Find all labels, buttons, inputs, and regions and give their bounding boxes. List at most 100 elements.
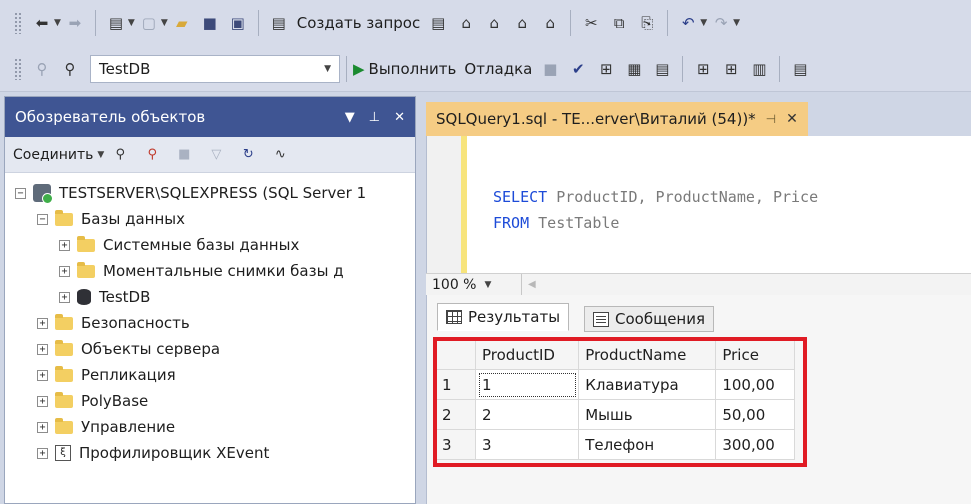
estimated-plan-icon[interactable]: ⊞	[595, 57, 617, 81]
zoom-select[interactable]: 100 % ▼	[432, 274, 522, 295]
new-query-icon[interactable]: ▤	[268, 11, 290, 35]
expand-icon[interactable]: +	[37, 369, 48, 381]
parse-icon[interactable]: ✔	[567, 57, 589, 81]
add-item-dropdown-icon[interactable]: ▼	[161, 18, 168, 28]
xmla-icon[interactable]: ⌂	[511, 11, 533, 35]
forward-icon[interactable]: ➡	[64, 11, 86, 35]
copy-icon[interactable]: ⧉	[608, 11, 630, 35]
database-select[interactable]: TestDB ▼	[90, 54, 340, 83]
close-icon[interactable]: ✕	[786, 111, 798, 127]
dax-icon[interactable]: ⌂	[539, 11, 561, 35]
back-icon[interactable]: ⬅	[31, 11, 53, 35]
collapse-icon[interactable]: −	[15, 187, 26, 199]
table-row[interactable]: 1 1 Клавиатура 100,00	[435, 369, 795, 400]
connect-icon[interactable]: ⚲	[109, 143, 131, 167]
paste-icon[interactable]: ⎘	[636, 11, 658, 35]
refresh-icon[interactable]: ↻	[237, 143, 259, 167]
row-number[interactable]: 3	[435, 429, 476, 460]
table-row[interactable]: 2 2 Мышь 50,00	[435, 399, 795, 430]
actual-plan-icon[interactable]: ⊞	[692, 57, 714, 81]
tree-node-management[interactable]: + Управление	[37, 415, 175, 439]
filter-icon[interactable]: ▽	[205, 143, 227, 167]
expand-icon[interactable]: +	[37, 317, 48, 329]
expand-icon[interactable]: +	[59, 239, 70, 251]
row-number-header[interactable]	[435, 339, 476, 370]
table-row[interactable]: 3 3 Телефон 300,00	[435, 429, 795, 460]
row-number[interactable]: 1	[435, 369, 476, 400]
undo-dropdown-icon[interactable]: ▼	[700, 18, 707, 28]
stop-icon[interactable]: ■	[173, 143, 195, 167]
intellisense-icon[interactable]: ▤	[651, 57, 673, 81]
redo-dropdown-icon[interactable]: ▼	[733, 18, 740, 28]
add-item-icon[interactable]: ▢	[138, 11, 160, 35]
column-header[interactable]: Price	[715, 339, 795, 370]
new-project-icon[interactable]: ▤	[105, 11, 127, 35]
redo-icon[interactable]: ↷	[710, 11, 732, 35]
back-dropdown-icon[interactable]: ▼	[54, 18, 61, 28]
save-all-icon[interactable]: ▣	[227, 11, 249, 35]
database-engine-query-icon[interactable]: ▤	[427, 11, 449, 35]
new-query-button[interactable]: Создать запрос	[297, 14, 420, 32]
toolbar-grip[interactable]	[14, 12, 22, 34]
cut-icon[interactable]: ✂	[580, 11, 602, 35]
grid-cell[interactable]: 100,00	[715, 369, 795, 400]
grid-cell[interactable]: 1	[474, 369, 580, 400]
scroll-left-icon[interactable]: ◀	[528, 279, 536, 290]
results-grid[interactable]: ProductID ProductName Price 1 1 Клавиату…	[435, 339, 795, 460]
client-stats-icon[interactable]: ▥	[748, 57, 770, 81]
expand-icon[interactable]: +	[37, 447, 48, 459]
tab-sqlquery1[interactable]: SQLQuery1.sql - TE...erver\Виталий (54))…	[426, 102, 808, 136]
dmx-icon[interactable]: ⌂	[483, 11, 505, 35]
tree-node-server-objects[interactable]: + Объекты сервера	[37, 337, 220, 361]
new-project-dropdown-icon[interactable]: ▼	[128, 18, 135, 28]
execute-icon[interactable]: ▶	[353, 60, 365, 78]
tab-messages[interactable]: Сообщения	[584, 306, 715, 332]
expand-icon[interactable]: +	[37, 421, 48, 433]
grid-cell[interactable]: Клавиатура	[578, 369, 717, 400]
query-editor[interactable]: SELECT ProductID, ProductName, Price FRO…	[426, 136, 971, 273]
connect-icon[interactable]: ⚲	[31, 57, 53, 81]
live-stats-icon[interactable]: ⊞	[720, 57, 742, 81]
collapse-icon[interactable]: −	[37, 213, 48, 225]
tab-results[interactable]: Результаты	[437, 303, 570, 331]
tree-node-polybase[interactable]: + PolyBase	[37, 389, 148, 413]
grid-cell[interactable]: Телефон	[578, 429, 717, 460]
results-to-text-icon[interactable]: ▤	[789, 57, 811, 81]
panel-menu-icon[interactable]: ▼	[345, 110, 355, 125]
cancel-query-icon[interactable]: ■	[539, 57, 561, 81]
close-icon[interactable]: ✕	[394, 110, 405, 125]
query-options-icon[interactable]: ▦	[623, 57, 645, 81]
pin-icon[interactable]: ⊥	[369, 110, 380, 125]
activity-monitor-icon[interactable]: ∿	[269, 143, 291, 167]
expand-icon[interactable]: +	[37, 395, 48, 407]
column-header[interactable]: ProductName	[578, 339, 717, 370]
tree-node-server[interactable]: − TESTSERVER\SQLEXPRESS (SQL Server 1	[15, 181, 366, 205]
disconnect-icon[interactable]: ⚲	[141, 143, 163, 167]
change-connection-icon[interactable]: ⚲	[59, 57, 81, 81]
expand-icon[interactable]: +	[59, 291, 70, 303]
grid-cell[interactable]: 50,00	[715, 399, 795, 430]
tree-node-replication[interactable]: + Репликация	[37, 363, 176, 387]
grid-cell[interactable]: 2	[474, 399, 580, 430]
connect-dropdown-icon[interactable]: ▼	[97, 150, 104, 160]
pin-icon[interactable]: ⊣	[766, 112, 776, 126]
row-number[interactable]: 2	[435, 399, 476, 430]
grid-cell[interactable]: Мышь	[578, 399, 717, 430]
open-file-icon[interactable]: ▰	[171, 11, 193, 35]
tree-node-xevent-profiler[interactable]: + ξ Профилировщик XEvent	[37, 441, 269, 465]
debug-button[interactable]: Отладка	[464, 60, 532, 78]
tree-node-security[interactable]: + Безопасность	[37, 311, 190, 335]
undo-icon[interactable]: ↶	[677, 11, 699, 35]
expand-icon[interactable]: +	[59, 265, 70, 277]
grid-cell[interactable]: 3	[474, 429, 580, 460]
save-icon[interactable]: ■	[199, 11, 221, 35]
toolbar-grip[interactable]	[14, 57, 22, 80]
connect-button[interactable]: Соединить	[13, 147, 93, 163]
tree-node-system-databases[interactable]: + Системные базы данных	[59, 233, 299, 257]
grid-cell[interactable]: 300,00	[715, 429, 795, 460]
mdx-icon[interactable]: ⌂	[455, 11, 477, 35]
column-header[interactable]: ProductID	[474, 339, 580, 370]
execute-button[interactable]: Выполнить	[369, 60, 457, 78]
tree-node-database-snapshots[interactable]: + Моментальные снимки базы д	[59, 259, 344, 283]
tree-node-databases[interactable]: − Базы данных	[37, 207, 185, 231]
